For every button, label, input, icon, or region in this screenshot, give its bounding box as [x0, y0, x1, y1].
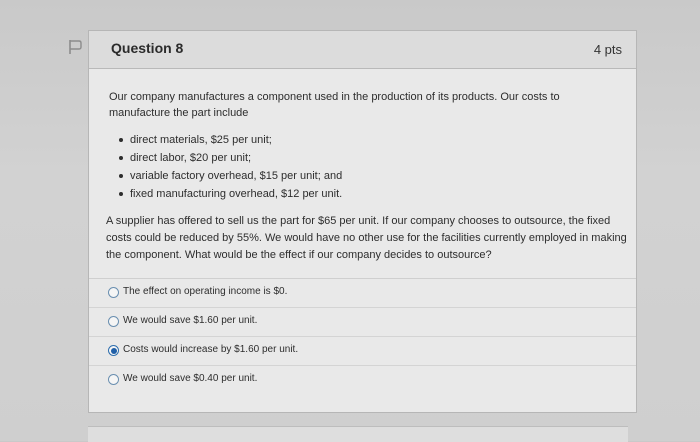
cost-list: direct materials, $25 per unit; direct l… — [119, 131, 342, 203]
bullet-icon — [119, 174, 123, 178]
question-intro: Our company manufactures a component use… — [109, 91, 560, 119]
bullet-icon — [119, 156, 123, 160]
bullet-icon — [119, 138, 123, 142]
cost-item-text: variable factory overhead, $15 per unit;… — [130, 170, 343, 182]
answer-option[interactable]: We would save $1.60 per unit. — [89, 307, 636, 336]
cost-item-text: fixed manufacturing overhead, $12 per un… — [130, 188, 343, 200]
answer-label[interactable]: Costs would increase by $1.60 per unit. — [123, 344, 298, 355]
flag-icon[interactable] — [66, 38, 88, 56]
answer-label[interactable]: We would save $1.60 per unit. — [123, 315, 257, 326]
answer-label[interactable]: The effect on operating income is $0. — [123, 286, 287, 297]
question-points: 4 pts — [593, 42, 622, 57]
list-item: direct labor, $20 per unit; — [119, 149, 342, 167]
cost-item-text: direct materials, $25 per unit; — [130, 134, 272, 146]
question-card: Question 8 4 pts Our company manufacture… — [88, 30, 637, 413]
bullet-icon — [119, 192, 123, 196]
radio-button[interactable] — [108, 374, 119, 385]
answer-label[interactable]: We would save $0.40 per unit. — [123, 373, 257, 384]
list-item: fixed manufacturing overhead, $12 per un… — [119, 185, 342, 203]
question-body: A supplier has offered to sell us the pa… — [106, 215, 627, 261]
radio-button[interactable] — [108, 316, 119, 327]
answer-option[interactable]: We would save $0.40 per unit. — [89, 365, 636, 394]
list-item: variable factory overhead, $15 per unit;… — [119, 167, 342, 185]
radio-button[interactable] — [108, 287, 119, 298]
cost-item-text: direct labor, $20 per unit; — [130, 152, 252, 164]
question-title: Question 8 — [111, 40, 184, 56]
answer-option-selected[interactable]: Costs would increase by $1.60 per unit. — [89, 336, 636, 365]
answer-option[interactable]: The effect on operating income is $0. — [89, 278, 636, 307]
question-header: Question 8 4 pts — [89, 31, 636, 69]
radio-button-selected[interactable] — [108, 345, 119, 356]
next-question-edge — [88, 426, 628, 442]
answer-list: The effect on operating income is $0. We… — [89, 278, 636, 394]
list-item: direct materials, $25 per unit; — [119, 131, 342, 149]
